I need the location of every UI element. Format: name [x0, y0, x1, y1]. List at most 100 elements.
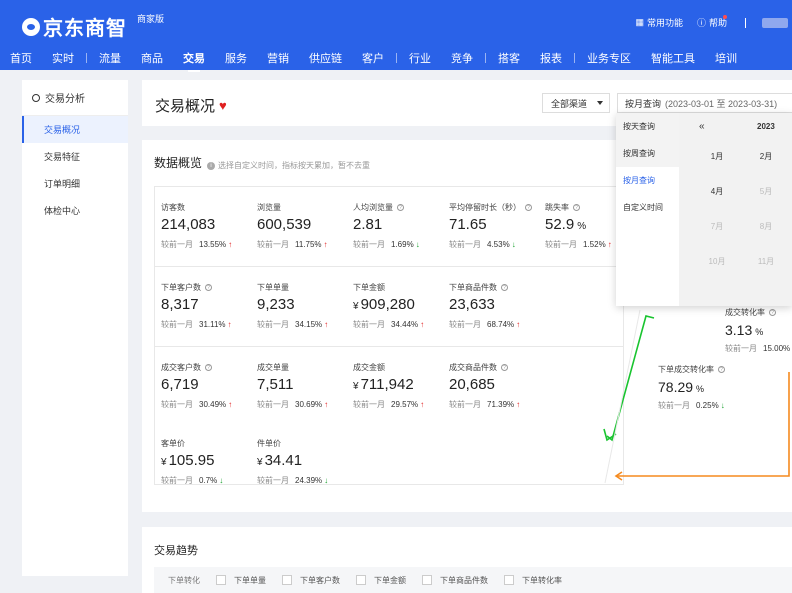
help-icon[interactable]: ? — [501, 364, 508, 371]
prev-year-icon[interactable]: « — [699, 121, 705, 132]
metric-label: 浏览量 — [257, 202, 281, 213]
help-icon[interactable]: ? — [205, 364, 212, 371]
nav-item-16[interactable]: 培训 — [715, 50, 737, 66]
trend-option-checkbox[interactable]: 下单商品件数 — [422, 575, 488, 586]
sidebar-item[interactable]: 订单明细 — [22, 170, 128, 197]
nav-item-10[interactable]: 行业 — [409, 50, 431, 66]
user-account-redacted[interactable] — [762, 17, 788, 28]
metric-label-text: 客单价 — [161, 439, 185, 448]
help-icon[interactable]: ? — [718, 366, 725, 373]
metric-compare: 较前一月 4.53% ↓ — [449, 239, 516, 250]
metric-label-text: 成交单量 — [257, 363, 289, 372]
help-icon[interactable]: ? — [573, 204, 580, 211]
nav-item-7[interactable]: 营销 — [267, 50, 289, 66]
month-cell[interactable]: 1月 — [702, 151, 732, 162]
nav-item-11[interactable]: 竞争 — [451, 50, 473, 66]
nav-item-15[interactable]: 智能工具 — [651, 50, 695, 66]
common-functions-button[interactable]: ▦ 常用功能 — [635, 16, 683, 29]
nav-item-5[interactable]: 交易 — [183, 50, 205, 72]
metric-label: 成交金额 — [353, 362, 385, 373]
metric-card: 访客数 214,083 较前一月 13.55% ↑ — [155, 187, 251, 267]
metric-card: 下单客户数? 8,317 较前一月 31.11% ↑ — [155, 267, 251, 347]
date-mode-option[interactable]: 按天查询 — [616, 113, 679, 140]
help-icon[interactable]: ? — [769, 309, 776, 316]
date-mode-option[interactable]: 自定义时间 — [616, 194, 679, 221]
nav-item-14[interactable]: 业务专区 — [587, 50, 631, 66]
compare-label: 较前一月 — [161, 240, 193, 249]
nav-item-3[interactable]: 流量 — [99, 50, 121, 66]
logo[interactable]: 京东商智 商家版 — [22, 12, 164, 41]
date-mode-option[interactable]: 按周查询 — [616, 140, 679, 167]
notification-dot — [723, 14, 727, 19]
metric-card: 成交单量 7,511 较前一月 30.69% ↑ — [251, 347, 347, 427]
compare-label: 较前一月 — [257, 240, 289, 249]
compare-percent: 68.74% — [487, 320, 515, 329]
nav-item-4[interactable]: 商品 — [141, 50, 163, 66]
trend-option-label: 下单商品件数 — [440, 575, 488, 585]
help-button[interactable]: ⓘ 帮助 — [697, 14, 731, 29]
month-cell[interactable]: 2月 — [751, 151, 781, 162]
favorite-heart-icon[interactable]: ♥ — [219, 98, 227, 113]
metric-label-text: 成交商品件数 — [449, 363, 497, 372]
compare-percent: 1.69% — [391, 240, 414, 249]
date-range-select[interactable]: 按月查询 (2023-03-01 至 2023-03-31) — [617, 93, 792, 113]
metric-value-text: 23,633 — [449, 296, 495, 313]
nav-item-9[interactable]: 客户 — [362, 50, 384, 66]
trend-option-checkbox[interactable]: 下单客户数 — [282, 575, 340, 586]
metric-value-text: 7,511 — [257, 376, 294, 393]
metric-label: 跳失率? — [545, 202, 580, 213]
help-icon[interactable]: ? — [205, 284, 212, 291]
compare-percent: 11.75% — [295, 240, 322, 249]
metric-compare: 较前一月 30.49% ↑ — [161, 399, 232, 410]
metric-value: 8,317 — [161, 296, 199, 313]
arrow-down-icon: ↓ — [415, 240, 420, 249]
nav-item-8[interactable]: 供应链 — [309, 50, 342, 66]
help-icon[interactable]: ? — [501, 284, 508, 291]
metric-label: 平均停留时长（秒）? — [449, 202, 532, 213]
main-nav: 首页 实时 流量 商品 交易 服务 营销 供应链 客户 行业 竞争 搭客 报表 业务专区 智能工具 培训 — [0, 50, 747, 72]
compare-percent: 30.69% — [295, 400, 323, 409]
help-icon[interactable]: ? — [525, 204, 532, 211]
checkbox-box[interactable] — [282, 575, 292, 585]
metrics-row: 客单价 ¥105.95 较前一月 0.7% ↓ 件单价 ¥34.41 较前一月 24.39% ↓ — [155, 423, 623, 485]
metric-value: 52.9% — [545, 216, 586, 233]
trend-option-checkbox[interactable]: 下单金额 — [356, 575, 406, 586]
metric-compare: 较前一月 0.7% ↓ — [161, 475, 223, 486]
metric-value-text: 214,083 — [161, 216, 216, 233]
compare-label: 较前一月 — [353, 400, 385, 409]
nav-item-2[interactable]: 实时 — [52, 50, 74, 66]
nav-item-13[interactable]: 报表 — [540, 50, 562, 66]
arrow-up-icon: ↑ — [227, 320, 232, 329]
nav-item-6[interactable]: 服务 — [225, 50, 247, 66]
date-mode-option[interactable]: 按月查询 — [616, 167, 679, 194]
arrow-down-icon: ↓ — [324, 476, 329, 485]
nav-item-1[interactable]: 首页 — [10, 50, 32, 66]
nav-item-12[interactable]: 搭客 — [498, 50, 520, 66]
checkbox-box[interactable] — [356, 575, 366, 585]
metric-value: 3.13% — [725, 322, 764, 338]
trend-option-checkbox[interactable]: 下单转化率 — [504, 575, 562, 586]
metric-compare: 较前一月 34.15% ↑ — [257, 319, 328, 330]
sidebar-header[interactable]: 交易分析 — [22, 80, 128, 116]
metric-label-text: 下单单量 — [257, 283, 289, 292]
metrics-row: 下单客户数? 8,317 较前一月 31.11% ↑ 下单单量 9,233 较前一月 34.15… — [155, 267, 623, 347]
trend-option-checkbox[interactable]: 下单单量 — [216, 575, 266, 586]
help-icon[interactable]: ? — [397, 204, 404, 211]
metric-label: 下单客户数? — [161, 282, 212, 293]
metric-value: 9,233 — [257, 296, 295, 313]
checkbox-box[interactable] — [216, 575, 226, 585]
metric-compare: 较前一月 13.55% ↑ — [161, 239, 232, 250]
sidebar-item[interactable]: 交易特征 — [22, 143, 128, 170]
sidebar-item[interactable]: 交易概况 — [22, 116, 128, 143]
metric-value: 71.65 — [449, 216, 487, 233]
sidebar-item[interactable]: 体检中心 — [22, 197, 128, 224]
overview-title-text: 数据概览 — [154, 156, 203, 170]
metric-value-text: 34.41 — [264, 452, 303, 469]
caret-down-icon — [597, 101, 603, 105]
checkbox-box[interactable] — [504, 575, 514, 585]
channel-select[interactable]: 全部渠道 — [542, 93, 610, 113]
checkbox-box[interactable] — [422, 575, 432, 585]
calendar-year: 2023 — [757, 122, 775, 131]
trend-option-label: 下单金额 — [374, 575, 406, 585]
month-cell[interactable]: 4月 — [702, 186, 732, 197]
